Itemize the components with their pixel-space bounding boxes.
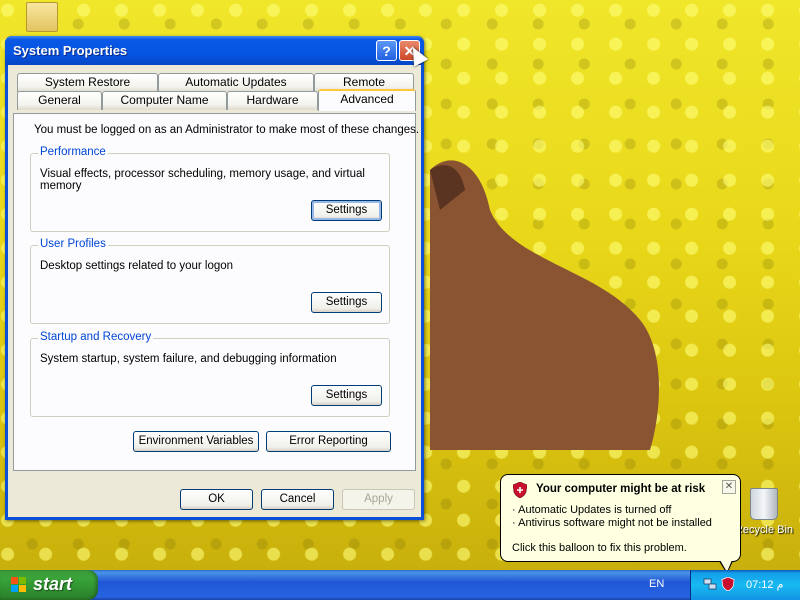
recycle-bin-icon (750, 488, 778, 520)
start-label: start (33, 574, 73, 594)
security-shield-icon[interactable] (721, 577, 735, 591)
tab-system-restore[interactable]: System Restore (17, 73, 158, 92)
system-tray: 07:12 م (690, 570, 800, 600)
window-title: System Properties (13, 43, 128, 58)
balloon-line-updates: · Automatic Updates is turned off (512, 504, 672, 516)
tab-computer-name[interactable]: Computer Name (102, 91, 227, 110)
ok-button[interactable]: OK (180, 489, 253, 510)
balloon-line-antivirus: · Antivirus software might not be instal… (512, 517, 712, 529)
environment-variables-button[interactable]: Environment Variables (133, 431, 259, 452)
performance-description: Visual effects, processor scheduling, me… (40, 168, 365, 192)
security-balloon[interactable]: Your computer might be at risk ✕ · Autom… (500, 474, 741, 574)
windows-flag-icon (11, 577, 27, 593)
balloon-close-icon[interactable]: ✕ (722, 480, 736, 494)
language-indicator[interactable]: EN (649, 578, 664, 590)
performance-settings-button[interactable]: Settings (311, 200, 382, 221)
admin-note: You must be logged on as an Administrato… (34, 124, 420, 136)
user-profiles-legend: User Profiles (38, 238, 108, 250)
cancel-button[interactable]: Cancel (261, 489, 334, 510)
user-profiles-description: Desktop settings related to your logon (40, 260, 234, 272)
tab-advanced[interactable]: Advanced (318, 89, 416, 111)
balloon-line-fix: Click this balloon to fix this problem. (512, 542, 687, 554)
horse-image (430, 160, 659, 450)
error-reporting-button[interactable]: Error Reporting (266, 431, 391, 452)
startup-recovery-group: Startup and Recovery System startup, sys… (30, 331, 390, 417)
taskbar: start EN 07:12 م (0, 570, 800, 600)
user-profiles-settings-button[interactable]: Settings (311, 292, 382, 313)
performance-group: Performance Visual effects, processor sc… (30, 146, 390, 232)
apply-button: Apply (342, 489, 415, 510)
network-icon[interactable] (703, 577, 717, 591)
title-bar[interactable]: System Properties ? ✕ (5, 36, 424, 65)
help-icon[interactable]: ? (376, 40, 397, 61)
startup-recovery-legend: Startup and Recovery (38, 331, 154, 343)
clock[interactable]: 07:12 م (746, 578, 783, 591)
startup-recovery-settings-button[interactable]: Settings (311, 385, 382, 406)
tab-general[interactable]: General (17, 91, 102, 110)
balloon-title: Your computer might be at risk (536, 483, 706, 495)
start-button[interactable]: start (0, 570, 98, 600)
folder-icon[interactable] (26, 2, 58, 32)
tab-hardware[interactable]: Hardware (227, 91, 318, 110)
performance-legend: Performance (38, 146, 108, 158)
startup-recovery-description: System startup, system failure, and debu… (40, 353, 337, 365)
tab-automatic-updates[interactable]: Automatic Updates (158, 73, 314, 92)
user-profiles-group: User Profiles Desktop settings related t… (30, 238, 390, 324)
shield-icon (513, 482, 527, 498)
